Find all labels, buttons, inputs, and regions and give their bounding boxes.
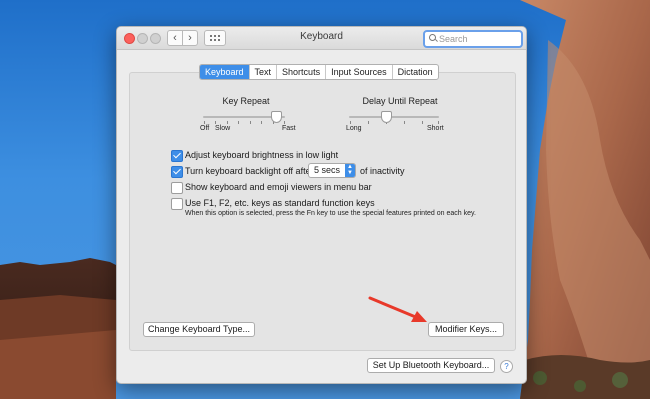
fn-key-note: When this option is selected, press the … — [185, 210, 476, 217]
modifier-keys-button[interactable]: Modifier Keys... — [428, 322, 504, 337]
backlight-off-label: Turn keyboard backlight off after — [185, 166, 314, 176]
bluetooth-keyboard-button[interactable]: Set Up Bluetooth Keyboard... — [367, 358, 495, 373]
key-repeat-slow-label: Slow — [215, 125, 231, 132]
key-repeat-title: Key Repeat — [222, 96, 270, 106]
chevron-updown-icon: ▲ ▼ — [345, 164, 355, 177]
search-icon — [429, 34, 436, 41]
backlight-timeout-select[interactable]: 5 secs ▲ ▼ — [308, 163, 356, 178]
search-field[interactable]: Search — [423, 30, 523, 48]
keyboard-preferences-window: ‹ › Keyboard Search Keyboard Text Shortc… — [116, 26, 527, 384]
tab-keyboard[interactable]: Keyboard — [200, 65, 250, 79]
delay-repeat-slider-knob[interactable] — [381, 111, 392, 123]
help-button[interactable]: ? — [500, 360, 513, 373]
delay-repeat-title: Delay Until Repeat — [362, 96, 438, 106]
checkbox-adjust-brightness[interactable] — [171, 150, 183, 162]
backlight-timeout-value: 5 secs — [314, 165, 341, 175]
search-placeholder: Search — [439, 34, 468, 44]
checkbox-function-keys[interactable] — [171, 198, 183, 210]
tab-text[interactable]: Text — [250, 65, 278, 79]
key-repeat-fast-label: Fast — [282, 125, 296, 132]
checkbox-backlight-off[interactable] — [171, 166, 183, 178]
help-icon: ? — [504, 362, 509, 371]
key-repeat-off-label: Off — [200, 125, 210, 132]
delay-repeat-short-label: Short — [427, 125, 444, 132]
inactivity-label: of inactivity — [360, 166, 405, 176]
delay-repeat-long-label: Long — [346, 125, 362, 132]
tab-dictation[interactable]: Dictation — [393, 65, 438, 79]
function-keys-label: Use F1, F2, etc. keys as standard functi… — [185, 198, 375, 208]
emoji-viewers-label: Show keyboard and emoji viewers in menu … — [185, 182, 372, 192]
checkbox-emoji-viewers[interactable] — [171, 182, 183, 194]
tab-bar: Keyboard Text Shortcuts Input Sources Di… — [199, 64, 439, 80]
change-keyboard-type-button[interactable]: Change Keyboard Type... — [143, 322, 255, 337]
adjust-brightness-label: Adjust keyboard brightness in low light — [185, 150, 339, 160]
title-bar: ‹ › Keyboard Search — [117, 27, 526, 50]
delay-repeat-slider[interactable] — [349, 116, 439, 118]
tab-shortcuts[interactable]: Shortcuts — [277, 65, 327, 79]
key-repeat-slider-knob[interactable] — [271, 111, 282, 123]
tab-input-sources[interactable]: Input Sources — [326, 65, 393, 79]
